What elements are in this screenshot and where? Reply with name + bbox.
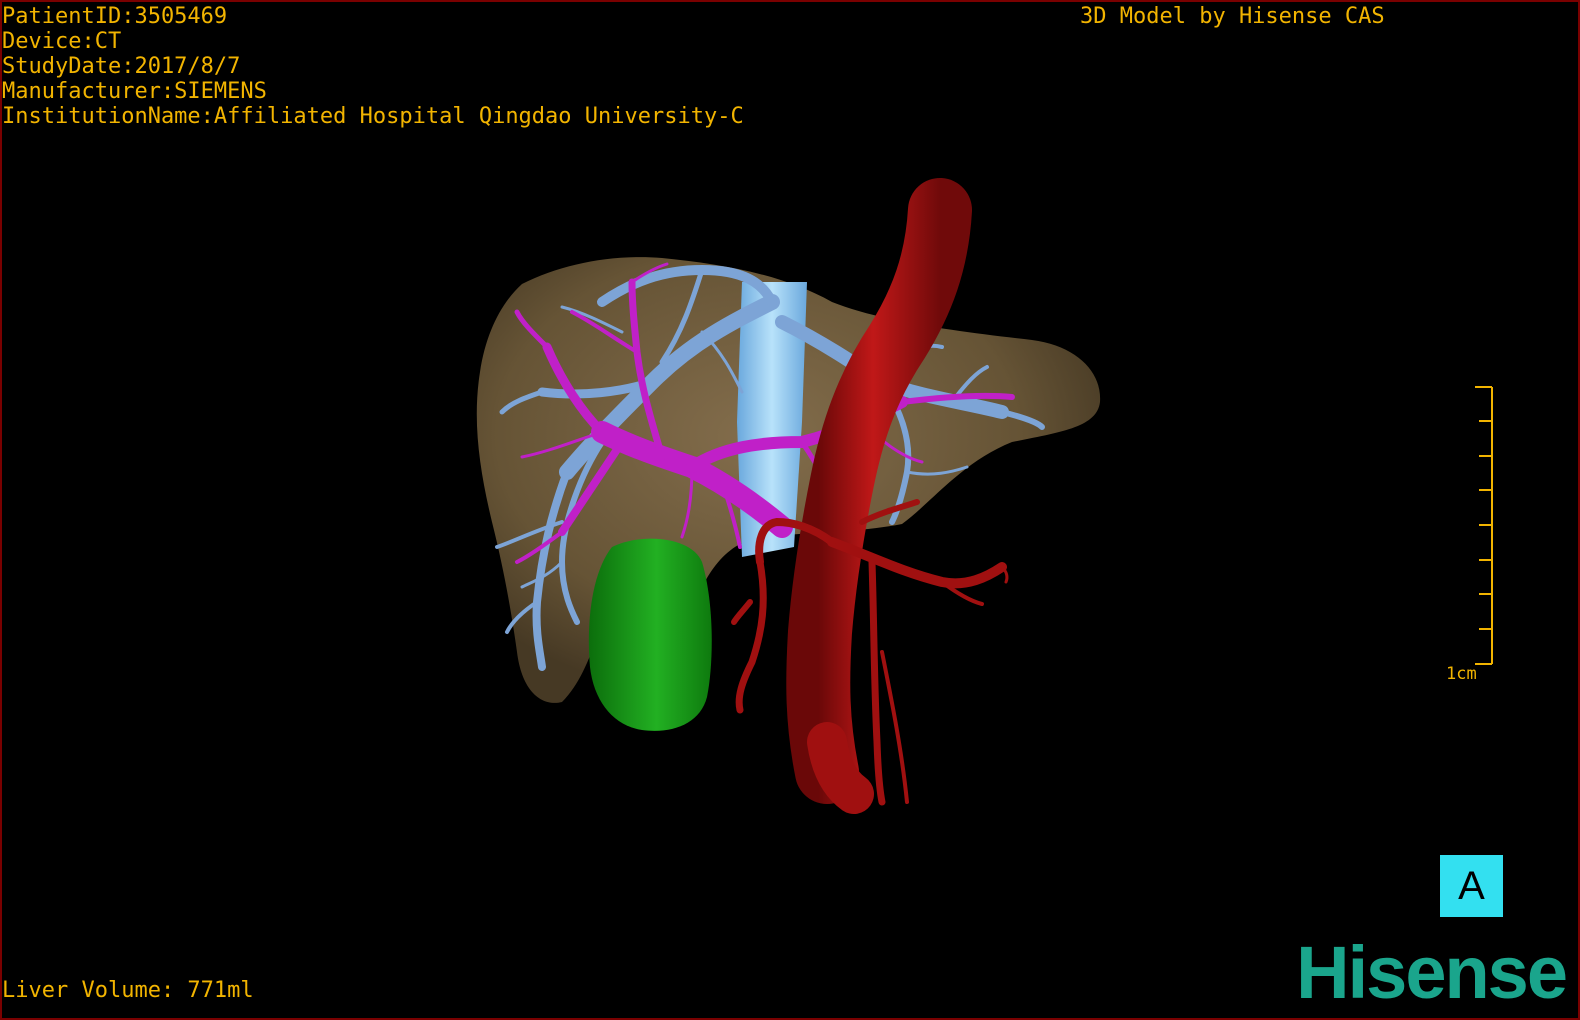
patient-id-text: PatientID:3505469	[2, 4, 228, 29]
dicom-info-block: PatientID:3505469 Device:CT StudyDate:2017…	[2, 4, 744, 129]
institution-text: InstitutionName:Affiliated Hospital Qing…	[2, 104, 744, 129]
scale-bar	[1475, 386, 1493, 665]
study-date-text: StudyDate:2017/8/7	[2, 54, 241, 79]
device-text: Device:CT	[2, 29, 122, 54]
scale-bar-label: 1cm	[1446, 664, 1477, 684]
3d-viewport[interactable]: PatientID:3505469 Device:CT StudyDate:2017…	[0, 0, 1580, 1020]
hisense-logo: Hisense	[1296, 931, 1568, 1014]
manufacturer-text: Manufacturer:SIEMENS	[2, 79, 267, 104]
model-brand-text: 3D Model by Hisense CAS	[1080, 4, 1385, 29]
liver-3d-model[interactable]	[2, 2, 1578, 1018]
orientation-marker[interactable]: A	[1440, 855, 1503, 917]
liver-volume-text: Liver Volume: 771ml	[2, 978, 254, 1003]
gallbladder	[588, 538, 712, 731]
